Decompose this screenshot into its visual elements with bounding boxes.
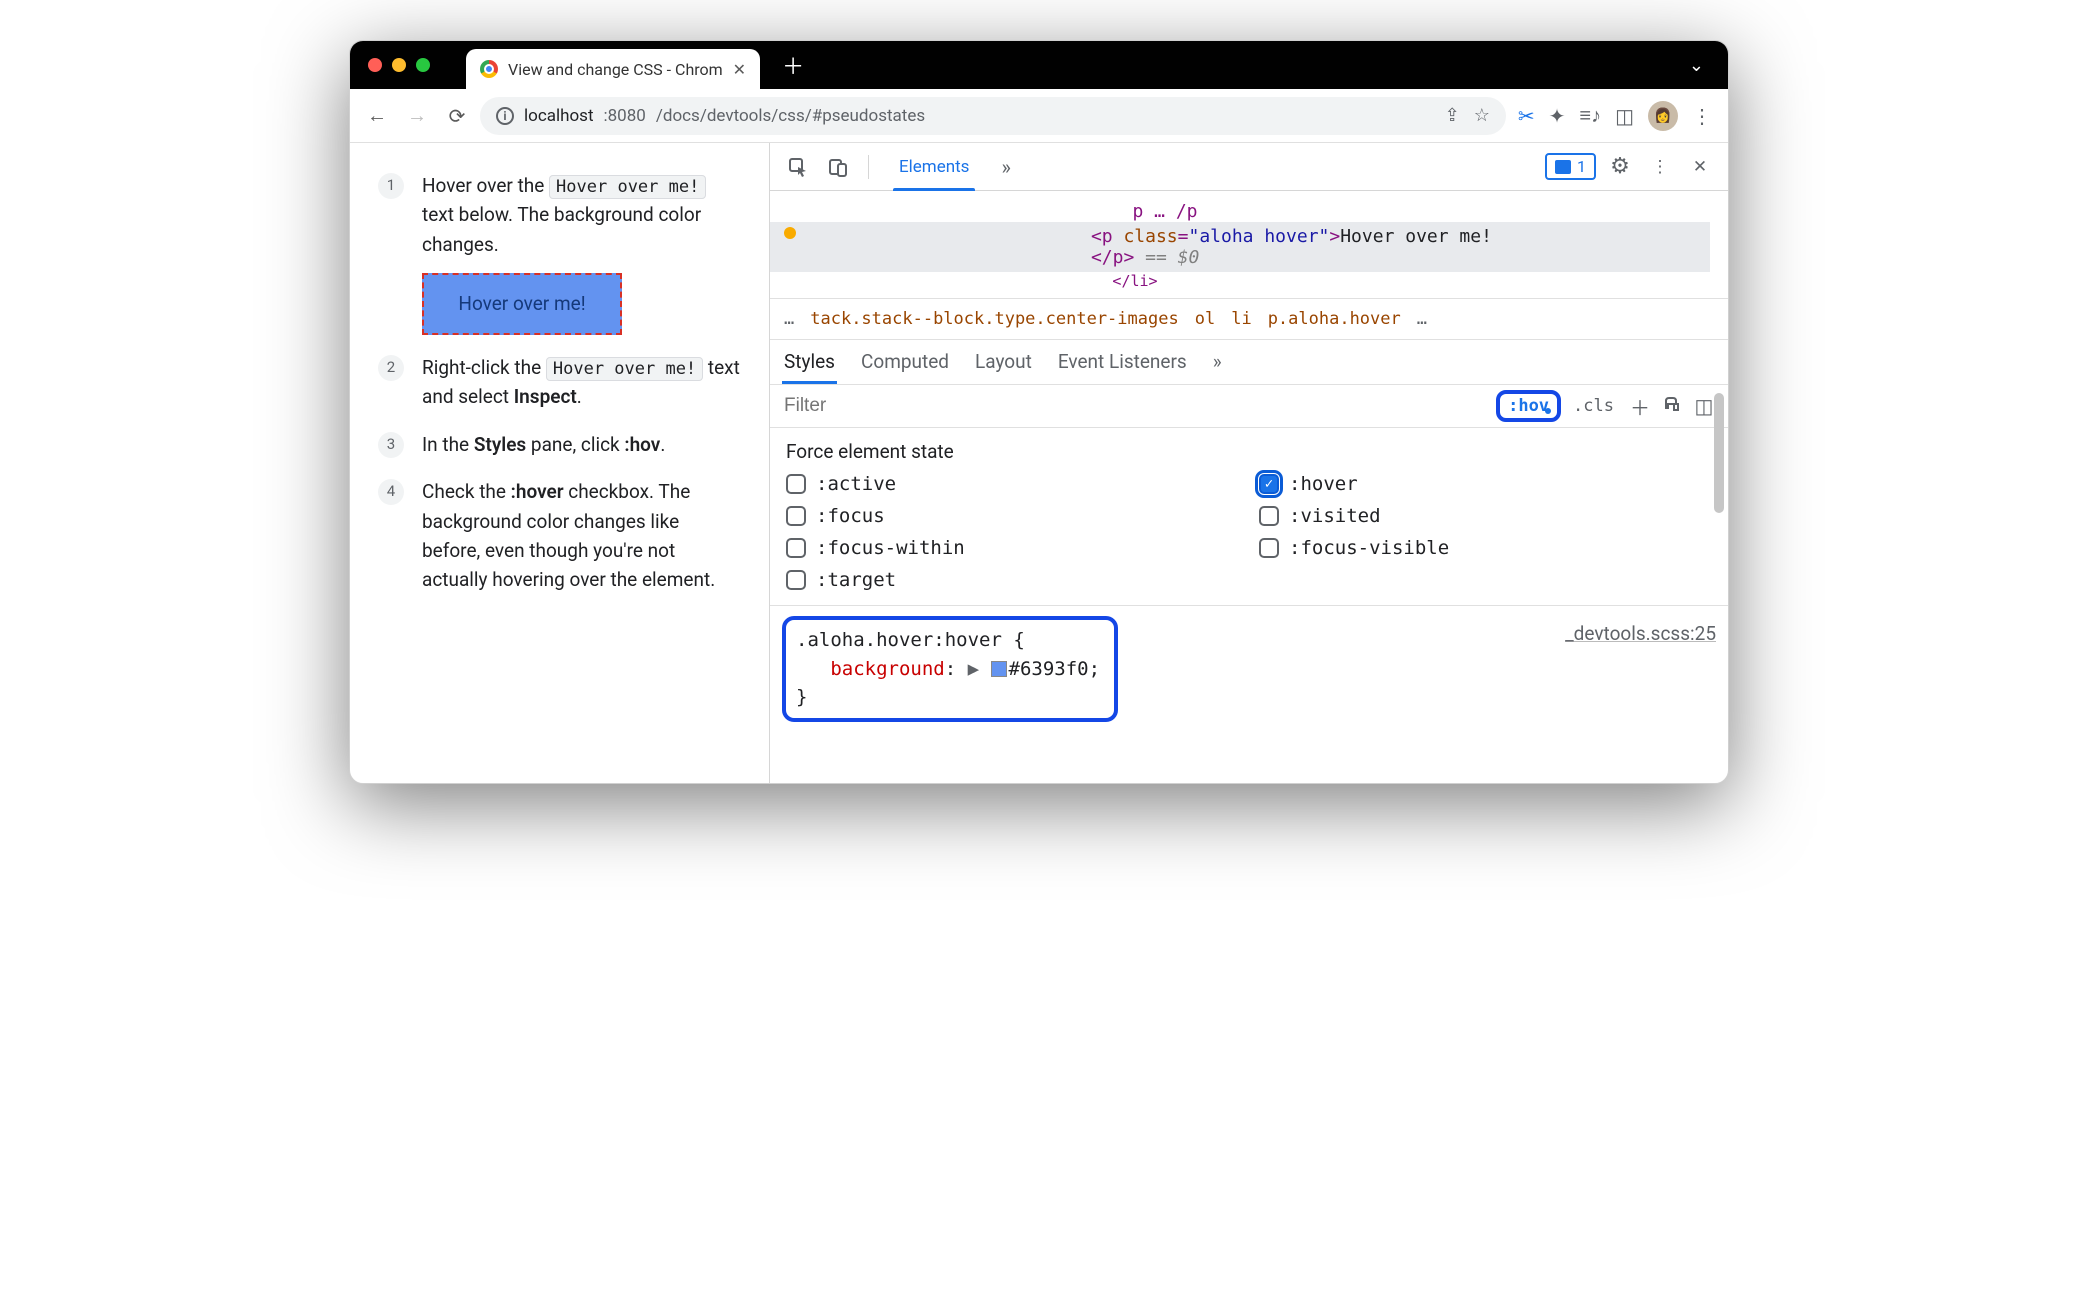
step-number: 1 — [378, 173, 404, 199]
tab-event-listeners[interactable]: Event Listeners — [1058, 339, 1187, 383]
force-state-indicator-icon — [784, 227, 796, 239]
maximize-window-button[interactable] — [416, 58, 430, 72]
checkbox-target[interactable]: :target — [786, 569, 1239, 591]
content-area: 1 Hover over the Hover over me! text bel… — [350, 143, 1728, 783]
bookmark-icon[interactable]: ☆ — [1474, 105, 1490, 126]
device-toggle-icon[interactable] — [822, 151, 854, 183]
panels-overflow-icon[interactable]: » — [993, 155, 1018, 179]
tab-layout[interactable]: Layout — [975, 339, 1032, 383]
rule-source-link[interactable]: _devtools.scss:25 — [1565, 616, 1716, 645]
code-chip: Hover over me! — [546, 357, 703, 381]
checkbox-visited[interactable]: :visited — [1259, 505, 1712, 527]
crumb-overflow-right[interactable]: … — [1417, 309, 1427, 329]
checkbox-hover[interactable]: :hover — [1259, 473, 1712, 495]
step-4: 4 Check the :hover checkbox. The backgro… — [378, 477, 741, 595]
code-chip: Hover over me! — [549, 175, 706, 199]
styles-filter-bar: :hov .cls ＋ ◫ — [770, 384, 1728, 428]
paint-flash-icon[interactable] — [1658, 392, 1686, 420]
close-tab-icon[interactable]: ✕ — [733, 60, 746, 79]
toggle-hov-button[interactable]: :hov — [1496, 390, 1561, 422]
step-3: 3 In the Styles pane, click :hov. — [378, 430, 741, 459]
profile-avatar[interactable]: 👩 — [1648, 101, 1678, 131]
url-host: localhost — [524, 106, 594, 126]
color-swatch[interactable] — [991, 661, 1007, 677]
minimize-window-button[interactable] — [392, 58, 406, 72]
window-controls — [368, 58, 430, 72]
scissors-icon[interactable]: ✂ — [1518, 104, 1535, 128]
step-number: 3 — [378, 432, 404, 458]
step-number: 2 — [378, 355, 404, 381]
devtools-toolbar: Elements » 1 ⚙ ⋮ ✕ — [770, 143, 1728, 191]
devtools-panel: Elements » 1 ⚙ ⋮ ✕ p … /p — [770, 143, 1728, 783]
force-state-title: Force element state — [786, 440, 1712, 463]
dom-tree[interactable]: p … /p <p class="aloha hover">Hover over… — [770, 191, 1728, 298]
tab-title: View and change CSS - Chrom — [508, 60, 723, 79]
dom-breadcrumb[interactable]: … tack.stack--block.type.center-images o… — [770, 298, 1728, 340]
step-2: 2 Right-click the Hover over me! text an… — [378, 353, 741, 412]
force-element-state: Force element state :active :hover :focu… — [770, 428, 1728, 606]
styles-overflow-icon[interactable]: » — [1213, 339, 1222, 383]
back-button[interactable]: ← — [360, 99, 394, 133]
step-1: 1 Hover over the Hover over me! text bel… — [378, 171, 741, 335]
titlebar: View and change CSS - Chrom ✕ ＋ ⌄ — [350, 41, 1728, 89]
share-icon[interactable]: ⇪ — [1445, 105, 1460, 126]
toggle-cls-button[interactable]: .cls — [1565, 396, 1622, 416]
scrollbar[interactable] — [1714, 393, 1724, 513]
new-tab-button[interactable]: ＋ — [782, 49, 804, 81]
highlighted-rule: .aloha.hover:hover { background: ▶ #6393… — [782, 616, 1118, 722]
browser-toolbar: ← → ⟳ i localhost :8080/docs/devtools/css… — [350, 89, 1728, 143]
site-info-icon[interactable]: i — [496, 107, 514, 125]
forward-button[interactable]: → — [400, 99, 434, 133]
tab-elements[interactable]: Elements — [883, 143, 985, 191]
browser-tab[interactable]: View and change CSS - Chrom ✕ — [466, 49, 760, 89]
close-devtools-icon[interactable]: ✕ — [1684, 151, 1716, 183]
settings-icon[interactable]: ⚙ — [1604, 151, 1636, 183]
crumb-overflow-left[interactable]: … — [784, 309, 794, 329]
inspect-element-icon[interactable] — [782, 151, 814, 183]
page-content: 1 Hover over the Hover over me! text bel… — [350, 143, 770, 783]
chrome-icon — [480, 60, 498, 78]
address-bar[interactable]: i localhost :8080/docs/devtools/css/#pseu… — [480, 97, 1506, 135]
checkbox-focus-visible[interactable]: :focus-visible — [1259, 537, 1712, 559]
checkbox-active[interactable]: :active — [786, 473, 1239, 495]
close-window-button[interactable] — [368, 58, 382, 72]
chrome-menu-icon[interactable]: ⋮ — [1692, 104, 1712, 128]
reload-button[interactable]: ⟳ — [440, 99, 474, 133]
step-number: 4 — [378, 479, 404, 505]
side-panel-icon[interactable]: ◫ — [1615, 104, 1634, 128]
new-style-rule-icon[interactable]: ＋ — [1626, 392, 1654, 420]
checkbox-focus[interactable]: :focus — [786, 505, 1239, 527]
reading-list-icon[interactable]: ≡♪ — [1579, 103, 1601, 128]
styles-filter-input[interactable] — [780, 395, 1492, 417]
hover-demo-element[interactable]: Hover over me! — [422, 273, 622, 334]
selected-element[interactable]: <p class="aloha hover">Hover over me! </… — [770, 222, 1710, 272]
extensions-icon[interactable]: ✦ — [1549, 104, 1566, 128]
url-path: /docs/devtools/css/#pseudostates — [656, 106, 925, 126]
url-port: :8080 — [604, 106, 646, 126]
issues-icon — [1555, 160, 1571, 174]
css-rule[interactable]: .aloha.hover:hover { background: ▶ #6393… — [770, 606, 1728, 732]
devtools-menu-icon[interactable]: ⋮ — [1644, 151, 1676, 183]
tabs-dropdown-icon[interactable]: ⌄ — [1689, 55, 1704, 76]
checkbox-focus-within[interactable]: :focus-within — [786, 537, 1239, 559]
issues-button[interactable]: 1 — [1545, 153, 1596, 180]
tab-computed[interactable]: Computed — [861, 339, 949, 383]
expand-icon[interactable]: ▶ — [968, 658, 979, 680]
styles-tabs: Styles Computed Layout Event Listeners » — [770, 340, 1728, 384]
tab-styles[interactable]: Styles — [784, 339, 835, 383]
chrome-window: View and change CSS - Chrom ✕ ＋ ⌄ ← → ⟳ … — [349, 40, 1729, 784]
